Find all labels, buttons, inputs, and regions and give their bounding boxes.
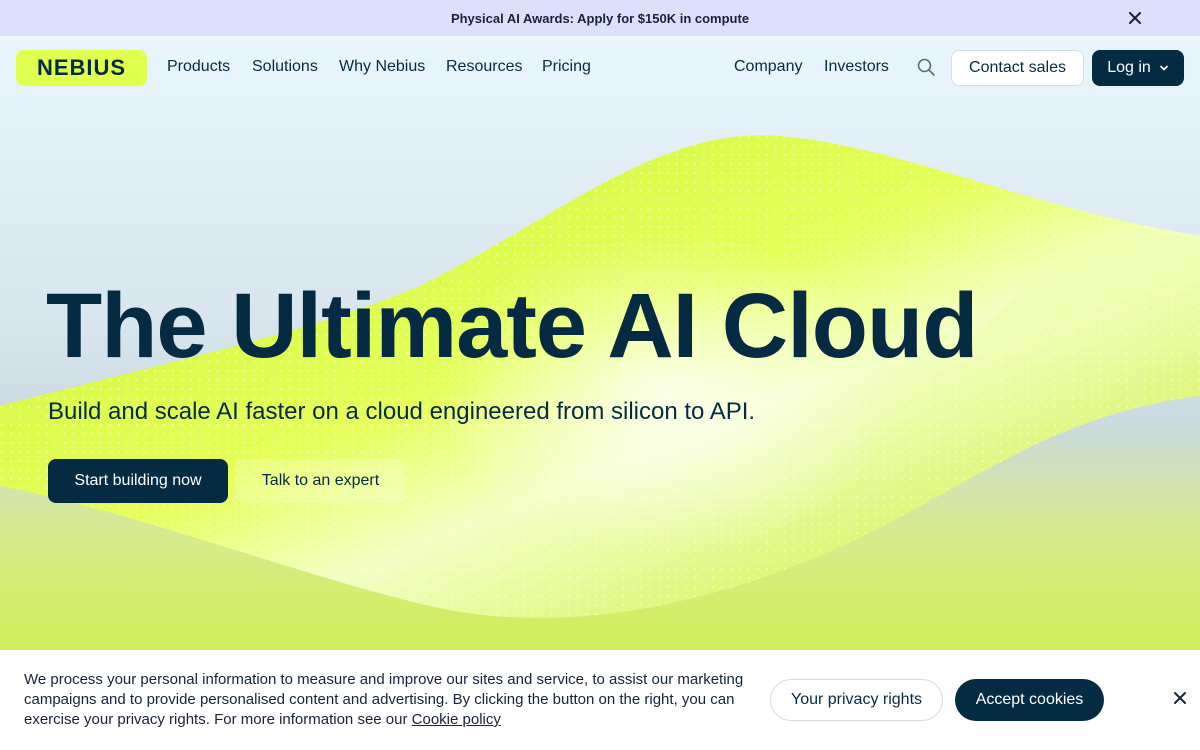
hero-subtitle: Build and scale AI faster on a cloud eng… [48,398,756,425]
search-icon[interactable] [916,57,936,77]
nav-link-solutions[interactable]: Solutions [252,58,318,76]
cookie-banner: We process your personal information to … [0,650,1200,750]
accept-cookies-button[interactable]: Accept cookies [955,679,1104,721]
cookie-message: We process your personal information to … [24,670,744,730]
nav-link-investors[interactable]: Investors [824,58,889,76]
nav-link-company[interactable]: Company [734,58,802,76]
start-building-button[interactable]: Start building now [48,459,228,503]
nav-link-pricing[interactable]: Pricing [542,58,591,76]
login-button[interactable]: Log in [1092,50,1184,86]
privacy-rights-button[interactable]: Your privacy rights [770,679,943,721]
cookie-policy-link[interactable]: Cookie policy [412,711,501,728]
cookie-text: We process your personal information to … [24,671,744,728]
announcement-text[interactable]: Physical AI Awards: Apply for $150K in c… [451,11,749,26]
nav-link-resources[interactable]: Resources [446,58,522,76]
nav-link-products[interactable]: Products [167,58,230,76]
announcement-bar: Physical AI Awards: Apply for $150K in c… [0,0,1200,36]
close-icon[interactable] [1126,9,1144,27]
top-navigation: NEBIUS Products Solutions Why Nebius Res… [0,36,1200,100]
close-icon[interactable] [1170,688,1190,708]
nebius-logo[interactable]: NEBIUS [16,50,147,86]
hero-title: The Ultimate AI Cloud [46,275,978,377]
nav-link-why-nebius[interactable]: Why Nebius [339,58,425,76]
chevron-down-icon [1159,65,1168,71]
talk-to-expert-button[interactable]: Talk to an expert [236,459,405,503]
contact-sales-button[interactable]: Contact sales [951,50,1084,86]
login-label: Log in [1107,59,1151,76]
